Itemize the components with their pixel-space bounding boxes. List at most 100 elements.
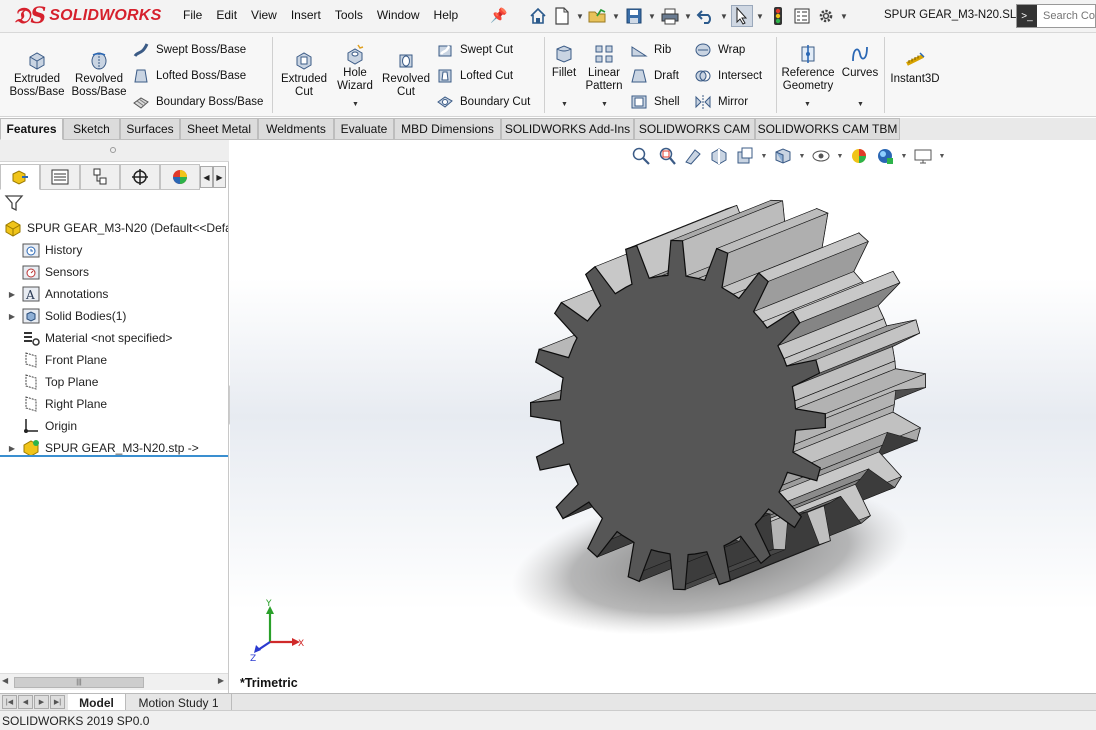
fillet-button[interactable]: Fillet xyxy=(548,43,580,80)
new-dropdown-icon[interactable]: ▼ xyxy=(575,12,585,21)
tree-item-annotations[interactable]: ▶ A Annotations xyxy=(0,283,228,305)
open-dropdown-icon[interactable]: ▼ xyxy=(611,12,621,21)
menu-insert[interactable]: Insert xyxy=(284,8,328,22)
boundary-boss-button[interactable]: Boundary Boss/Base xyxy=(132,93,263,111)
tabs-scroll-left-icon[interactable]: ◀ xyxy=(200,166,213,188)
last-tab-icon[interactable]: ▶| xyxy=(50,695,65,709)
menu-window[interactable]: Window xyxy=(370,8,427,22)
panel-grip[interactable] xyxy=(0,140,229,162)
graphics-area[interactable]: ▼ ▼ ▼ ▼ ▼ Y X Z *Trimetric xyxy=(230,140,1096,693)
menu-edit[interactable]: Edit xyxy=(209,8,244,22)
next-tab-icon[interactable]: ▶ xyxy=(34,695,49,709)
tab-weldments[interactable]: Weldments xyxy=(258,118,334,140)
tab-solidworks-cam[interactable]: SOLIDWORKS CAM xyxy=(634,118,755,140)
tab-sketch[interactable]: Sketch xyxy=(63,118,120,140)
expand-arrow-icon[interactable]: ▶ xyxy=(6,290,18,299)
spur-gear-model[interactable] xyxy=(230,140,1096,693)
dimxpert-manager-tab-icon[interactable] xyxy=(120,164,160,190)
tab-motion-study[interactable]: Motion Study 1 xyxy=(126,694,232,711)
rib-button[interactable]: Rib xyxy=(630,41,671,59)
file-properties-icon[interactable] xyxy=(791,5,813,27)
print-dropdown-icon[interactable]: ▼ xyxy=(683,12,693,21)
rebuild-traffic-light-icon[interactable] xyxy=(767,5,789,27)
tab-model[interactable]: Model xyxy=(68,694,126,711)
swept-cut-button[interactable]: Swept Cut xyxy=(436,41,513,59)
revolved-boss-button[interactable]: Revolved Boss/Base xyxy=(70,49,128,99)
linear-pattern-dropdown-icon[interactable]: ▼ xyxy=(601,101,608,108)
solidworks-logo[interactable]: 𝔇S SOLIDWORKS xyxy=(14,2,161,30)
pin-menu-icon[interactable]: 📌 xyxy=(490,7,507,24)
extruded-cut-button[interactable]: Extruded Cut xyxy=(276,49,332,99)
tree-item-top-plane[interactable]: Top Plane xyxy=(0,371,228,393)
property-manager-tab-icon[interactable] xyxy=(40,164,80,190)
tab-solidworks-cam-tbm[interactable]: SOLIDWORKS CAM TBM xyxy=(755,118,900,140)
boundary-cut-button[interactable]: Boundary Cut xyxy=(436,93,530,111)
undo-dropdown-icon[interactable]: ▼ xyxy=(719,12,729,21)
first-tab-icon[interactable]: |◀ xyxy=(2,695,17,709)
reference-geometry-dropdown-icon[interactable]: ▼ xyxy=(804,101,811,108)
fillet-dropdown-icon[interactable]: ▼ xyxy=(561,101,568,108)
configuration-manager-tab-icon[interactable] xyxy=(80,164,120,190)
draft-button[interactable]: Draft xyxy=(630,67,679,85)
tab-mbd-dimensions[interactable]: MBD Dimensions xyxy=(394,118,501,140)
undo-icon[interactable] xyxy=(695,5,717,27)
tree-item-front-plane[interactable]: Front Plane xyxy=(0,349,228,371)
menu-tools[interactable]: Tools xyxy=(328,8,370,22)
linear-pattern-button[interactable]: Linear Pattern xyxy=(582,43,626,93)
search-box[interactable]: >_ xyxy=(1016,4,1096,28)
expand-arrow-icon[interactable]: ▶ xyxy=(6,312,18,321)
tree-item-solid-bodies[interactable]: ▶ Solid Bodies(1) xyxy=(0,305,228,327)
save-icon[interactable] xyxy=(623,5,645,27)
tree-item-sensors[interactable]: Sensors xyxy=(0,261,228,283)
menu-view[interactable]: View xyxy=(244,8,284,22)
tab-sheet-metal[interactable]: Sheet Metal xyxy=(180,118,258,140)
revolved-cut-button[interactable]: Revolved Cut xyxy=(380,49,432,99)
previous-tab-icon[interactable]: ◀ xyxy=(18,695,33,709)
lofted-cut-button[interactable]: Lofted Cut xyxy=(436,67,513,85)
feature-manager-tab-icon[interactable] xyxy=(0,164,40,190)
intersect-button[interactable]: Intersect xyxy=(694,67,762,85)
swept-boss-button[interactable]: Swept Boss/Base xyxy=(132,41,246,59)
tree-item-material[interactable]: Material <not specified> xyxy=(0,327,228,349)
tab-features[interactable]: Features xyxy=(0,118,63,140)
select-cursor-icon[interactable] xyxy=(731,5,753,27)
tab-solidworks-add-ins[interactable]: SOLIDWORKS Add-Ins xyxy=(501,118,634,140)
lofted-boss-button[interactable]: Lofted Boss/Base xyxy=(132,67,246,85)
reference-geometry-button[interactable]: Reference Geometry xyxy=(780,43,836,93)
curves-button[interactable]: Curves xyxy=(840,43,880,80)
home-icon[interactable] xyxy=(527,5,549,27)
print-icon[interactable] xyxy=(659,5,681,27)
curves-dropdown-icon[interactable]: ▼ xyxy=(857,101,864,108)
new-document-icon[interactable] xyxy=(551,5,573,27)
shell-button[interactable]: Shell xyxy=(630,93,680,111)
menu-help[interactable]: Help xyxy=(427,8,466,22)
options-dropdown-icon[interactable]: ▼ xyxy=(839,12,849,21)
options-gear-icon[interactable] xyxy=(815,5,837,27)
extruded-boss-button[interactable]: Extruded Boss/Base xyxy=(8,49,66,99)
rollback-bar[interactable] xyxy=(0,455,228,457)
tree-item-right-plane[interactable]: Right Plane xyxy=(0,393,228,415)
expand-arrow-icon[interactable]: ▶ xyxy=(6,444,18,453)
tabs-scroll-right-icon[interactable]: ▶ xyxy=(213,166,226,188)
select-dropdown-icon[interactable]: ▼ xyxy=(755,12,765,21)
menu-file[interactable]: File xyxy=(176,8,209,22)
mirror-button[interactable]: Mirror xyxy=(694,93,748,111)
filter-icon[interactable] xyxy=(4,193,24,213)
tree-item-history[interactable]: History xyxy=(0,239,228,261)
hole-wizard-dropdown-icon[interactable]: ▼ xyxy=(352,101,359,108)
scroll-right-icon[interactable]: ▶ xyxy=(218,676,224,685)
display-manager-tab-icon[interactable] xyxy=(160,164,200,190)
tree-item-origin[interactable]: Origin xyxy=(0,415,228,437)
open-folder-icon[interactable] xyxy=(587,5,609,27)
tab-surfaces[interactable]: Surfaces xyxy=(120,118,180,140)
save-dropdown-icon[interactable]: ▼ xyxy=(647,12,657,21)
scrollbar-thumb[interactable]: ||| xyxy=(14,677,144,688)
wrap-button[interactable]: Wrap xyxy=(694,41,745,59)
search-input[interactable] xyxy=(1037,10,1095,22)
instant3d-button[interactable]: Instant3D xyxy=(888,49,942,86)
horizontal-scrollbar[interactable]: ◀ ||| ▶ xyxy=(0,673,228,690)
hole-wizard-button[interactable]: Hole Wizard xyxy=(332,43,378,93)
scroll-left-icon[interactable]: ◀ xyxy=(2,676,8,685)
tree-root[interactable]: SPUR GEAR_M3-N20 (Default<<Defau xyxy=(0,217,228,239)
tab-evaluate[interactable]: Evaluate xyxy=(334,118,394,140)
